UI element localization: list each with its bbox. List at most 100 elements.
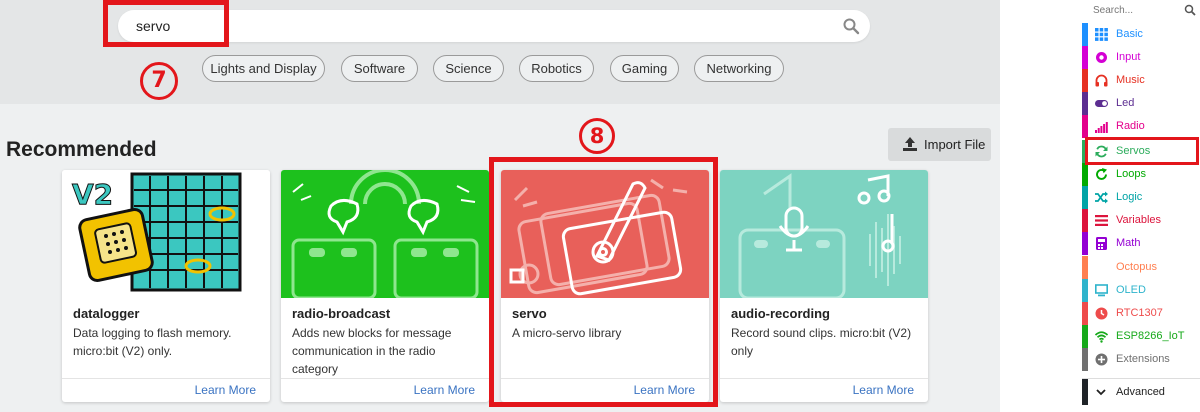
step-7-marker: 7 [140,62,178,100]
card-description: Record sound clips. micro:bit (V2) only [731,326,912,358]
headphones-icon [1095,74,1108,87]
toolbox-category-input[interactable]: Input [1082,46,1200,69]
toolbox-label: Octopus [1116,261,1157,273]
radio-target-icon [1096,52,1107,63]
monitor-icon [1095,284,1108,297]
category-color-bar [1082,209,1088,232]
category-color-bar [1082,279,1088,302]
category-chip-lights-and-display[interactable]: Lights and Display [202,55,325,82]
search-icon[interactable] [1184,4,1196,16]
chevron-down-icon [1096,389,1106,396]
toolbox-category-basic[interactable]: Basic [1082,23,1200,46]
search-highlight-box [103,0,229,47]
section-title: Recommended [6,138,157,161]
datalogger-image: V2 [62,170,270,298]
card-footer: Learn More [62,378,270,402]
category-chip-networking[interactable]: Networking [694,55,784,82]
toolbox-label: RTC1307 [1116,307,1163,319]
grid-icon [1095,28,1108,41]
card-description: Adds new blocks for message communicatio… [292,326,452,376]
toolbox-category-oled[interactable]: OLED [1082,279,1200,302]
makecode-editor: servo Lights and Display Software Scienc… [0,0,1200,412]
toolbox-category-rtc1307[interactable]: RTC1307 [1082,302,1200,325]
category-chip-science[interactable]: Science [433,55,504,82]
learn-more-link[interactable]: Learn More [853,383,914,397]
import-file-button[interactable]: Import File [888,128,991,161]
signal-bars-icon [1095,122,1108,133]
toolbox-label: Radio [1116,120,1145,132]
toolbox-search-placeholder: Search... [1093,5,1134,16]
category-color-bar [1082,115,1088,138]
category-color-bar [1082,92,1088,115]
category-color-bar [1082,69,1088,92]
servo-card-highlight-box [489,157,718,407]
category-color-bar [1082,302,1088,325]
card-description: Data logging to flash memory. micro:bit … [73,326,232,358]
category-color-bar [1082,186,1088,209]
category-color-bar [1082,23,1088,46]
radio-broadcast-image [281,170,489,298]
toolbox-label: Music [1116,74,1145,86]
audio-recording-image [720,170,928,298]
servos-highlight-box [1085,137,1199,165]
shuffle-icon [1095,191,1108,204]
category-chip-robotics[interactable]: Robotics [519,55,594,82]
toolbox-category-variables[interactable]: Variables [1082,209,1200,232]
toolbox-search-input[interactable]: Search... [1082,0,1200,22]
upload-icon [903,137,917,151]
toolbox-category-octopus[interactable]: Octopus [1082,256,1200,279]
step-8-marker: 8 [579,118,615,154]
toolbox-label: Basic [1116,28,1143,40]
toolbox-category-extensions[interactable]: Extensions [1082,348,1200,371]
toolbox-category-radio[interactable]: Radio [1082,115,1200,138]
card-footer: Learn More [281,378,489,402]
toolbox-label: Math [1116,237,1141,249]
calculator-icon [1096,237,1107,250]
toolbox-category-math[interactable]: Math [1082,232,1200,255]
v2-badge: V2 [72,178,113,211]
import-file-label: Import File [924,137,986,152]
toolbox-label: ESP8266_IoT [1116,330,1185,342]
plus-circle-icon [1095,353,1108,366]
toolbox-label: OLED [1116,284,1146,296]
clock-icon [1095,307,1108,320]
toolbox-label: Logic [1116,191,1143,203]
category-color-bar [1082,163,1088,186]
toolbox-label: Variables [1116,214,1162,226]
learn-more-link[interactable]: Learn More [195,383,256,397]
list-icon [1095,215,1108,226]
toolbox-label: Loops [1116,168,1146,180]
advanced-color-bar [1082,379,1088,405]
toolbox-category-logic[interactable]: Logic [1082,186,1200,209]
extensions-dialog: servo Lights and Display Software Scienc… [0,0,1000,412]
toolbox-category-loops[interactable]: Loops [1082,163,1200,186]
card-title: radio-broadcast [292,306,391,321]
category-color-bar [1082,46,1088,69]
card-footer: Learn More [720,378,928,402]
category-color-bar [1082,325,1088,348]
wifi-icon [1095,331,1108,343]
extension-card-audio-recording[interactable]: audio-recording Record sound clips. micr… [720,170,928,402]
extension-card-radio-broadcast[interactable]: radio-broadcast Adds new blocks for mess… [281,170,489,402]
learn-more-link[interactable]: Learn More [414,383,475,397]
search-input[interactable]: servo [118,10,870,42]
card-title: audio-recording [731,306,830,321]
category-chip-gaming[interactable]: Gaming [610,55,679,82]
category-color-bar [1082,256,1088,279]
search-icon[interactable] [842,17,860,35]
extension-card-datalogger[interactable]: V2 datalogger Data logging to flash memo… [62,170,270,402]
blocks-toolbox: Search... Basic Input Music Led Radio Se… [1082,0,1200,412]
toolbox-category-esp8266-iot[interactable]: ESP8266_IoT [1082,325,1200,348]
advanced-label: Advanced [1116,386,1165,398]
toolbox-label: Extensions [1116,353,1170,365]
toolbox-advanced-toggle[interactable]: Advanced [1082,378,1200,405]
toolbox-category-led[interactable]: Led [1082,92,1200,115]
toggle-icon [1095,100,1108,107]
category-chip-software[interactable]: Software [341,55,418,82]
refresh-icon [1096,168,1107,180]
toolbox-category-music[interactable]: Music [1082,69,1200,92]
category-color-bar [1082,232,1088,255]
toolbox-label: Input [1116,51,1141,63]
card-title: datalogger [73,306,140,321]
category-color-bar [1082,348,1088,371]
